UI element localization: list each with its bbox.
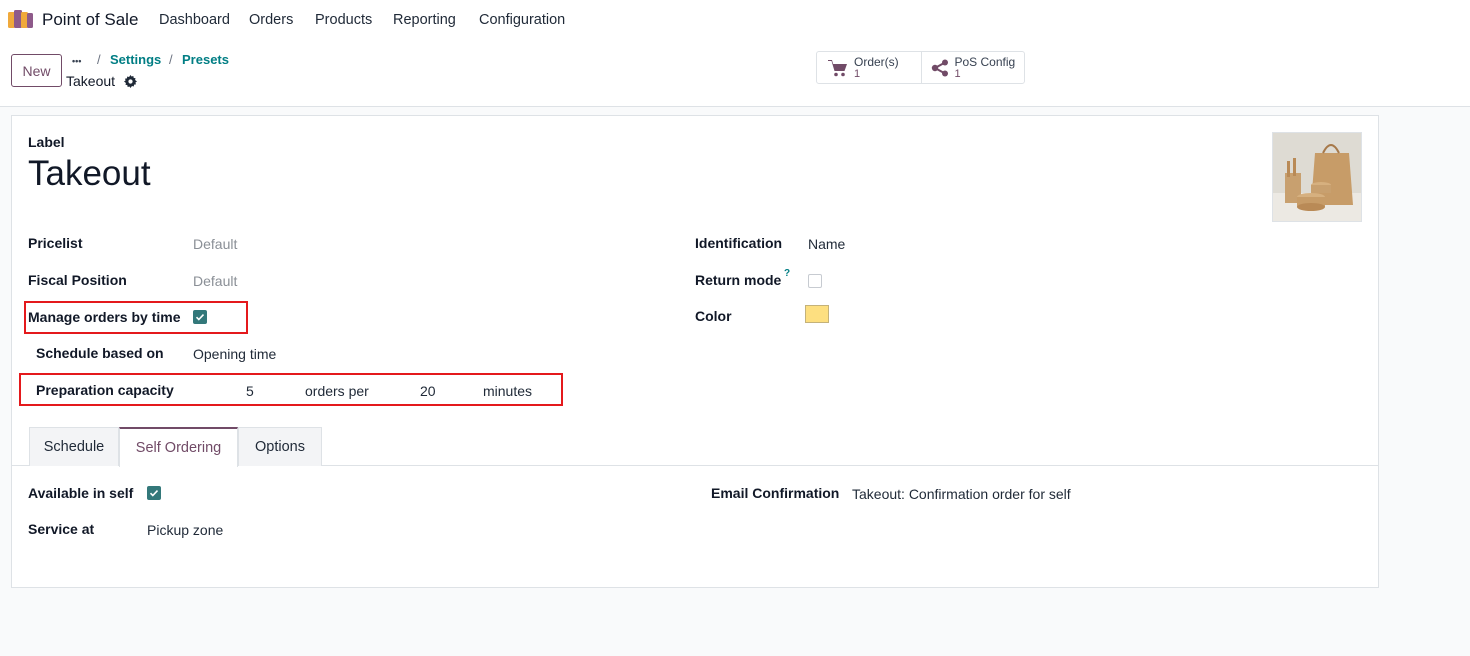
smart-buttons: Order(s) 1 PoS Config 1 (816, 51, 1025, 84)
tab-options[interactable]: Options (238, 427, 322, 466)
email-confirmation-value[interactable]: Takeout: Confirmation order for self (852, 486, 1071, 502)
orders-smart-label: Order(s) (854, 55, 899, 69)
breadcrumb-presets[interactable]: Presets (182, 52, 229, 67)
menu-dashboard[interactable]: Dashboard (159, 12, 230, 28)
return-mode-label: Return mode (695, 272, 782, 288)
pos-config-smart-label: PoS Config (954, 55, 1016, 69)
menu-products[interactable]: Products (315, 12, 372, 28)
schedule-based-on-value[interactable]: Opening time (193, 346, 276, 362)
orders-smart-count: 1 (854, 68, 861, 80)
top-navbar: Point of Sale Dashboard Orders Products … (0, 0, 1470, 40)
tab-schedule[interactable]: Schedule (29, 427, 119, 466)
share-icon (931, 59, 948, 77)
email-confirmation-label: Email Confirmation (711, 485, 840, 501)
notebook-tabs: Schedule Self Ordering Options (12, 427, 1378, 467)
pos-config-smart-button[interactable]: PoS Config 1 (920, 52, 1025, 83)
new-button[interactable]: New (11, 54, 62, 87)
menu-reporting[interactable]: Reporting (393, 12, 456, 28)
record-title: Takeout (66, 73, 116, 89)
service-at-label: Service at (28, 521, 95, 537)
pricelist-label: Pricelist (28, 235, 83, 251)
gear-icon[interactable] (124, 75, 137, 88)
breadcrumb-more-icon[interactable]: ••• (72, 56, 81, 66)
available-in-self-label: Available in self (28, 485, 134, 501)
return-mode-checkbox[interactable] (808, 274, 822, 288)
tab-self-ordering[interactable]: Self Ordering (119, 427, 238, 467)
color-swatch[interactable] (805, 305, 829, 323)
orders-smart-button[interactable]: Order(s) 1 (817, 52, 921, 83)
highlight-box-preparation-capacity (19, 373, 563, 406)
fiscal-position-label: Fiscal Position (28, 272, 127, 288)
label-field-value[interactable]: Takeout (28, 154, 151, 194)
pricelist-input[interactable]: Default (193, 236, 237, 252)
breadcrumb-settings[interactable]: Settings (110, 52, 161, 67)
return-mode-help-icon[interactable]: ? (784, 268, 790, 279)
breadcrumb-separator: / (97, 52, 101, 67)
check-icon (149, 490, 159, 497)
control-panel: New ••• / Settings / Presets Takeout Ord… (0, 40, 1470, 107)
cart-icon (828, 60, 847, 77)
pos-app-icon[interactable] (8, 10, 34, 28)
app-name[interactable]: Point of Sale (42, 10, 138, 30)
label-field-label: Label (28, 134, 65, 150)
available-in-self-checkbox[interactable] (147, 486, 161, 500)
takeout-bag-image (1273, 133, 1361, 221)
color-label: Color (695, 308, 732, 324)
schedule-based-on-label: Schedule based on (36, 345, 164, 361)
breadcrumb-separator: / (169, 52, 173, 67)
preset-image[interactable] (1272, 132, 1362, 222)
identification-label: Identification (695, 235, 783, 251)
menu-configuration[interactable]: Configuration (479, 12, 565, 28)
fiscal-position-input[interactable]: Default (193, 273, 237, 289)
menu-orders[interactable]: Orders (249, 12, 293, 28)
highlight-box-manage-orders (24, 301, 248, 334)
identification-value[interactable]: Name (808, 236, 845, 252)
pos-config-smart-count: 1 (954, 68, 961, 80)
form-sheet: Label Takeout Pricelist Default Fiscal P… (11, 115, 1379, 588)
service-at-value[interactable]: Pickup zone (147, 522, 223, 538)
